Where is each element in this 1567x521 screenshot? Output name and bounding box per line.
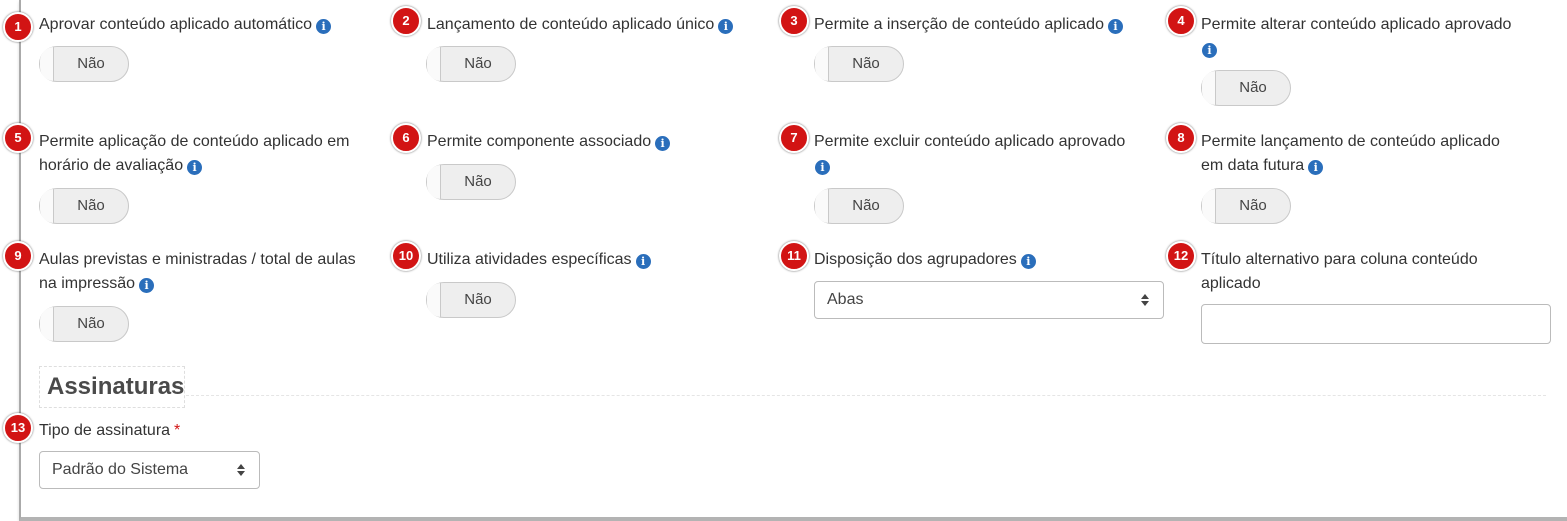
- label-text: Tipo de assinatura: [39, 422, 171, 439]
- info-icon[interactable]: i: [1308, 160, 1324, 175]
- field-label: Disposição dos agrupadores i: [814, 248, 1036, 272]
- label-text: Permite lançamento de conteúdo aplicado: [1201, 133, 1500, 150]
- step-badge: 3: [779, 6, 809, 36]
- label-text: Aprovar conteúdo aplicado automático: [39, 16, 313, 33]
- info-icon[interactable]: i: [815, 160, 830, 175]
- field-label: Permite componente associado i: [427, 130, 671, 154]
- toggle-switch[interactable]: Não: [426, 46, 516, 82]
- field-label: Permite a inserção de conteúdo aplicado i: [814, 13, 1123, 37]
- info-icon[interactable]: i: [655, 136, 671, 151]
- toggle-value: Não: [77, 55, 105, 72]
- toggle-value: Não: [852, 197, 880, 214]
- label-text: Permite excluir conteúdo aplicado aprova…: [814, 133, 1126, 150]
- field-label: Aprovar conteúdo aplicado automático i: [39, 13, 332, 37]
- section-divider: [186, 395, 1546, 396]
- info-icon[interactable]: i: [187, 160, 203, 175]
- toggle-switch[interactable]: Não: [814, 188, 904, 224]
- info-icon[interactable]: i: [1107, 19, 1123, 34]
- section-header: Assinaturas: [39, 366, 185, 408]
- sort-arrows-icon: [237, 464, 245, 476]
- toggle-switch[interactable]: Não: [1201, 188, 1291, 224]
- toggle-switch[interactable]: Não: [39, 188, 129, 224]
- field-label: Título alternativo para coluna conteúdo a…: [1201, 248, 1546, 296]
- field-label: Aulas previstas e ministradas / total de…: [39, 248, 384, 296]
- sort-arrows-icon: [1141, 294, 1149, 306]
- step-badge: 7: [779, 123, 809, 153]
- required-marker: *: [174, 422, 181, 439]
- alternative-title-input[interactable]: [1201, 304, 1551, 344]
- toggle-switch[interactable]: Não: [426, 282, 516, 318]
- toggle-switch[interactable]: Não: [39, 306, 129, 342]
- toggle-value: Não: [77, 197, 105, 214]
- step-badge: 6: [391, 123, 421, 153]
- toggle-value: Não: [464, 291, 492, 308]
- grouping-layout-select[interactable]: Abas: [814, 281, 1164, 319]
- label-text: Utiliza atividades específicas: [427, 251, 632, 268]
- field-label: Permite excluir conteúdo aplicado aprova…: [814, 130, 1174, 178]
- step-badge: 12: [1166, 241, 1196, 271]
- toggle-value: Não: [1239, 197, 1267, 214]
- field-label: Permite aplicação de conteúdo aplicado e…: [39, 130, 384, 178]
- field-label: Permite alterar conteúdo aplicado aprova…: [1201, 13, 1561, 61]
- info-icon[interactable]: i: [1202, 43, 1217, 58]
- label-text: Permite componente associado: [427, 133, 652, 150]
- label-text: Permite aplicação de conteúdo aplicado e…: [39, 133, 350, 150]
- info-icon[interactable]: i: [718, 19, 734, 34]
- section-title: Assinaturas: [47, 373, 185, 400]
- label-text: Título alternativo para coluna conteúdo: [1201, 251, 1478, 268]
- label-text: aplicado: [1201, 275, 1261, 292]
- step-badge: 13: [3, 413, 33, 443]
- field-label: Permite lançamento de conteúdo aplicado e…: [1201, 130, 1546, 178]
- toggle-value: Não: [77, 315, 105, 332]
- info-icon[interactable]: i: [316, 19, 332, 34]
- label-text: Aulas previstas e ministradas / total de…: [39, 251, 356, 268]
- label-text: Permite alterar conteúdo aplicado aprova…: [1201, 16, 1512, 33]
- label-text: na impressão: [39, 275, 136, 292]
- toggle-switch[interactable]: Não: [814, 46, 904, 82]
- step-badge: 8: [1166, 123, 1196, 153]
- select-value: Padrão do Sistema: [52, 461, 189, 478]
- step-badge: 5: [3, 123, 33, 153]
- step-badge: 4: [1166, 6, 1196, 36]
- label-text: horário de avaliação: [39, 157, 184, 174]
- toggle-value: Não: [464, 173, 492, 190]
- step-badge: 2: [391, 6, 421, 36]
- step-badge: 10: [391, 241, 421, 271]
- label-text: Permite a inserção de conteúdo aplicado: [814, 16, 1104, 33]
- toggle-value: Não: [464, 55, 492, 72]
- toggle-switch[interactable]: Não: [39, 46, 129, 82]
- label-text: em data futura: [1201, 157, 1305, 174]
- label-text: Disposição dos agrupadores: [814, 251, 1017, 268]
- toggle-switch[interactable]: Não: [1201, 70, 1291, 106]
- label-text: Lançamento de conteúdo aplicado único: [427, 16, 715, 33]
- toggle-value: Não: [852, 55, 880, 72]
- toggle-switch[interactable]: Não: [426, 164, 516, 200]
- signature-type-select[interactable]: Padrão do Sistema: [39, 451, 260, 489]
- step-badge: 9: [3, 241, 33, 271]
- field-label: Lançamento de conteúdo aplicado único i: [427, 13, 734, 37]
- info-icon[interactable]: i: [635, 254, 651, 269]
- step-badge: 11: [779, 241, 809, 271]
- step-badge: 1: [3, 12, 33, 42]
- select-value: Abas: [827, 291, 864, 308]
- field-label: Tipo de assinatura *: [39, 419, 180, 443]
- toggle-value: Não: [1239, 79, 1267, 96]
- info-icon[interactable]: i: [1020, 254, 1036, 269]
- field-label: Utiliza atividades específicas i: [427, 248, 651, 272]
- info-icon[interactable]: i: [139, 278, 155, 293]
